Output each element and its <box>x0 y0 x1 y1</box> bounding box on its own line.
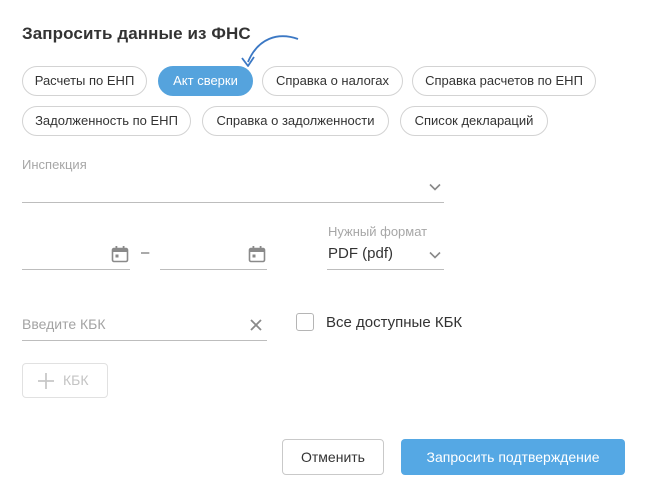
chip-debt-certificate[interactable]: Справка о задолженности <box>202 106 389 136</box>
chip-enp-settlement-certificate[interactable]: Справка расчетов по ЕНП <box>412 66 596 96</box>
format-value: PDF (pdf) <box>328 245 394 262</box>
plus-icon <box>38 373 54 389</box>
chip-declarations-list[interactable]: Список деклараций <box>400 106 548 136</box>
dialog-title: Запросить данные из ФНС <box>22 24 251 43</box>
request-confirmation-button[interactable]: Запросить подтверждение <box>401 439 625 475</box>
format-label: Нужный формат <box>328 224 428 239</box>
calendar-icon[interactable] <box>248 245 266 263</box>
kbk-placeholder: Введите КБК <box>22 316 106 332</box>
add-kbk-button[interactable]: КБК <box>22 363 108 398</box>
calendar-icon[interactable] <box>111 245 129 263</box>
all-kbk-checkbox[interactable] <box>296 313 314 331</box>
chip-tax-certificate[interactable]: Справка о налогах <box>262 66 403 96</box>
add-kbk-label: КБК <box>63 372 89 388</box>
inspection-select[interactable] <box>22 178 444 203</box>
date-range-separator: – <box>141 244 150 261</box>
chevron-down-icon <box>429 183 441 191</box>
close-icon[interactable] <box>249 318 263 332</box>
chip-enp-debt[interactable]: Задолженность по ЕНП <box>22 106 191 136</box>
all-kbk-label: Все доступные КБК <box>326 314 463 331</box>
cancel-button[interactable]: Отменить <box>282 439 384 475</box>
chevron-down-icon <box>429 251 441 259</box>
inspection-label: Инспекция <box>22 157 87 172</box>
chip-reconciliation-act[interactable]: Акт сверки <box>158 66 253 96</box>
chip-enp-calculations[interactable]: Расчеты по ЕНП <box>22 66 147 96</box>
